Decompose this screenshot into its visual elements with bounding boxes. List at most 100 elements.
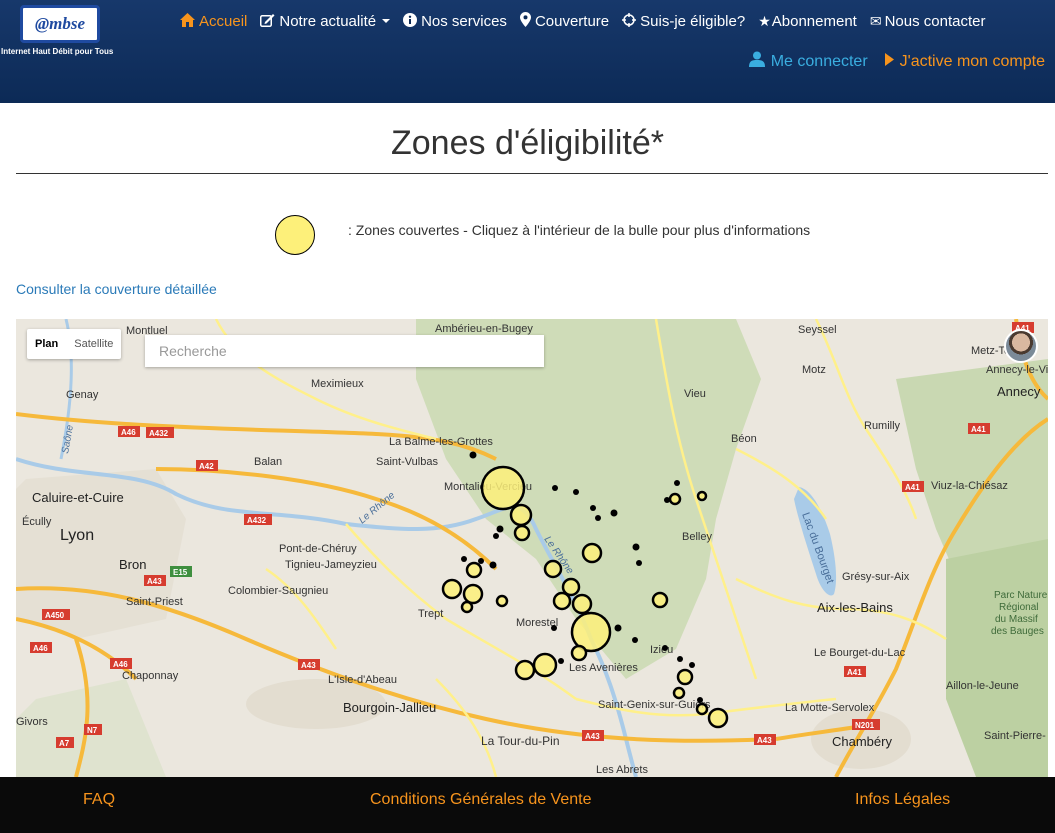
place-label: Chaponnay [122,670,179,682]
coverage-zone[interactable] [495,594,509,608]
coverage-zone[interactable] [651,591,669,609]
place-label: Bourgoin-Jallieu [343,700,436,715]
nav-label: Nos services [421,12,507,30]
road-label: E15 [173,568,188,577]
coverage-zone[interactable] [707,707,729,729]
place-label: Saint-Vulbas [376,456,438,468]
main-nav: Accueil Notre actualité Nos services Cou… [180,10,998,32]
coverage-zone[interactable] [696,490,708,502]
map-type-plan-button[interactable]: Plan [27,329,66,359]
zone-marker [689,662,695,668]
coverage-map[interactable]: Montluel Meximieux Ambérieu-en-Bugey Gen… [16,319,1048,777]
zone-marker [590,505,596,511]
place-label: Aix-les-Bains [817,600,893,615]
zone-marker [461,556,467,562]
zone-legend-swatch [275,215,315,255]
zone-marker [610,509,618,517]
place-label: Ambérieu-en-Bugey [435,323,533,335]
place-label: Viuz-la-Chiésaz [931,480,1008,492]
zone-marker [551,625,557,631]
nav-item-actualite[interactable]: Notre actualité [260,10,391,32]
zone-marker [558,658,564,664]
nav-item-contact[interactable]: ✉ Nous contacter [870,10,986,32]
coverage-zone[interactable] [552,591,572,611]
nav-item-abonnement[interactable]: ★ Abonnement [758,10,857,32]
place-label: Aillon-le-Jeune [946,680,1019,692]
site-logo[interactable]: @mbse Internet Haut Débit pour Tous [0,5,124,65]
place-label: Les Avenières [569,662,638,674]
road-label: A46 [113,660,128,669]
coverage-zone[interactable] [480,465,526,511]
coverage-zone[interactable] [465,561,483,579]
zone-marker [677,656,683,662]
coverage-zone[interactable] [441,578,463,600]
site-footer: FAQ Conditions Générales de Vente Infos … [0,777,1055,833]
coverage-zone[interactable] [543,559,563,579]
coverage-zone[interactable] [581,542,603,564]
play-icon [884,52,894,71]
zone-marker [493,533,499,539]
activate-account-link[interactable]: J'active mon compte [884,51,1045,72]
avatar[interactable] [1004,329,1038,363]
logo-tagline: Internet Haut Débit pour Tous [1,47,114,56]
road-label: A450 [45,611,65,620]
place-label: L'Isle-d'Abeau [328,674,397,686]
coverage-zone[interactable] [513,524,531,542]
logo-badge: @mbse [20,5,100,43]
map-canvas[interactable]: Montluel Meximieux Ambérieu-en-Bugey Gen… [16,319,1048,777]
login-link[interactable]: Me connecter [748,51,868,72]
place-label: Balan [254,456,282,468]
coverage-zone[interactable] [668,492,682,506]
park-label: des Bauges [991,626,1044,637]
road-label: A7 [59,739,70,748]
detailed-coverage-link[interactable]: Consulter la couverture détaillée [16,281,217,297]
road-label: A41 [847,668,862,677]
park-label: du Massif [995,614,1038,625]
coverage-zone[interactable] [462,583,484,605]
nav-item-services[interactable]: Nos services [403,10,507,32]
zone-marker [478,558,484,564]
zone-marker [664,497,670,503]
login-label: Me connecter [770,52,868,70]
zone-marker [632,637,638,643]
footer-link-cgv[interactable]: Conditions Générales de Vente [370,791,591,809]
place-label: Chambéry [832,734,892,749]
footer-link-faq[interactable]: FAQ [83,791,115,809]
road-label: A432 [149,429,169,438]
site-header: @mbse Internet Haut Débit pour Tous Accu… [0,0,1055,103]
place-label: La Motte-Servolex [785,702,875,714]
coverage-zone[interactable] [509,503,533,527]
coverage-zone[interactable] [676,668,694,686]
map-type-satellite-button[interactable]: Satellite [66,329,121,359]
place-label: Le Bourget-du-Lac [814,647,906,659]
title-divider [16,173,1048,174]
coverage-zone[interactable] [460,600,474,614]
footer-link-legal[interactable]: Infos Légales [855,791,950,809]
coverage-zone[interactable] [672,686,686,700]
park-label: Parc Naturel [994,590,1048,601]
place-label: Pont-de-Chéruy [279,543,357,555]
place-label: Béon [731,433,757,445]
coverage-zone[interactable] [571,593,593,615]
road-label: A43 [585,732,600,741]
road-label: A41 [971,425,986,434]
place-label: Saint-Priest [126,596,183,608]
edit-icon [260,13,275,30]
account-nav: Me connecter J'active mon compte [732,51,1045,72]
nav-item-eligible[interactable]: Suis-je éligible? [622,10,745,32]
zone-marker [614,624,622,632]
coverage-zone[interactable] [570,644,588,662]
coverage-zone[interactable] [695,702,709,716]
place-label: Meximieux [311,378,364,390]
user-icon [748,51,765,72]
nav-item-couverture[interactable]: Couverture [519,10,609,32]
map-search-input[interactable] [145,335,544,367]
place-label: Genay [66,389,99,401]
nav-item-accueil[interactable]: Accueil [180,10,247,32]
place-label: Annecy [997,384,1041,399]
zone-marker [552,485,558,491]
coverage-zone[interactable] [514,659,536,681]
place-label: Belley [682,531,712,543]
place-label: Vieu [684,388,706,400]
coverage-zone[interactable] [532,652,558,678]
